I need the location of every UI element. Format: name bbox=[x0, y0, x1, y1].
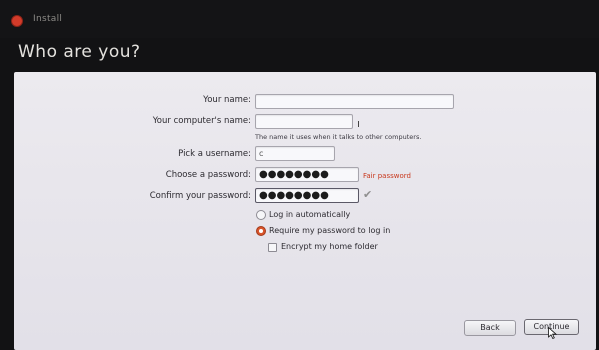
require-password-label[interactable]: Require my password to log in bbox=[269, 226, 390, 235]
your-name-field[interactable] bbox=[255, 94, 454, 109]
computer-name-hint: The name it uses when it talks to other … bbox=[255, 133, 422, 141]
password-field[interactable]: ●●●●●●●● bbox=[255, 167, 359, 182]
encrypt-home-label[interactable]: Encrypt my home folder bbox=[281, 242, 378, 251]
confirm-password-label: Confirm your password: bbox=[149, 191, 251, 201]
login-automatically-label[interactable]: Log in automatically bbox=[269, 210, 350, 219]
your-name-label: Your name: bbox=[203, 95, 251, 105]
installer-screen: Install Who are you? Your name: Your com… bbox=[0, 0, 599, 350]
page-title: Who are you? bbox=[18, 42, 141, 62]
username-value: c bbox=[259, 149, 264, 158]
back-button[interactable]: Back bbox=[464, 320, 516, 336]
password-value: ●●●●●●●● bbox=[259, 169, 329, 180]
password-strength: Fair password bbox=[363, 172, 411, 180]
confirm-password-field[interactable]: ●●●●●●●● bbox=[255, 188, 359, 203]
require-password-radio[interactable] bbox=[256, 226, 266, 236]
text-cursor-icon bbox=[358, 121, 359, 127]
window-title: Install bbox=[33, 14, 63, 24]
computer-name-label: Your computer's name: bbox=[152, 116, 251, 126]
computer-name-field[interactable] bbox=[255, 114, 353, 129]
username-field[interactable]: c bbox=[255, 146, 335, 161]
confirm-password-value: ●●●●●●●● bbox=[259, 190, 329, 201]
login-automatically-radio[interactable] bbox=[256, 210, 266, 220]
mouse-pointer-icon bbox=[548, 327, 557, 339]
close-icon[interactable] bbox=[11, 15, 23, 27]
window-titlebar: Install bbox=[0, 0, 599, 38]
password-label: Choose a password: bbox=[165, 170, 251, 180]
encrypt-home-checkbox[interactable] bbox=[268, 243, 277, 252]
username-label: Pick a username: bbox=[178, 149, 251, 159]
form-panel: Your name: Your computer's name: The nam… bbox=[14, 72, 596, 350]
checkmark-icon: ✔ bbox=[363, 188, 373, 201]
